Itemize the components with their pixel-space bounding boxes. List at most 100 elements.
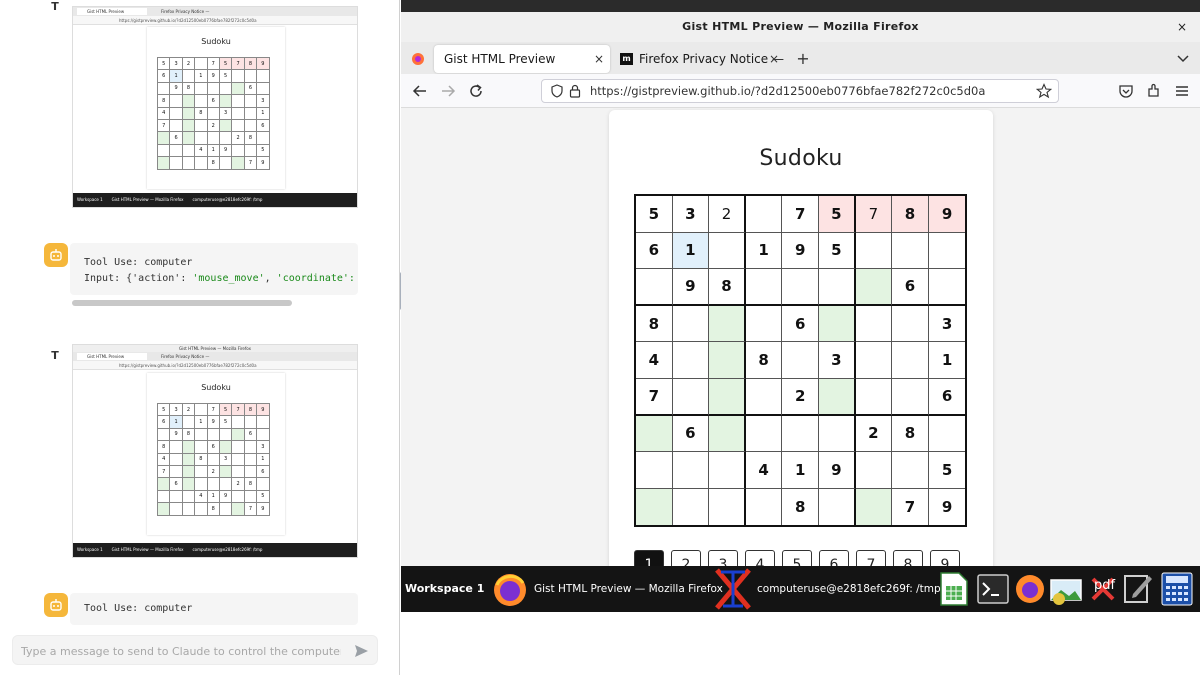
sudoku-cell[interactable] [782, 415, 819, 453]
sudoku-cell[interactable]: 7 [636, 379, 673, 416]
window-close-button[interactable]: × [1174, 19, 1190, 35]
sudoku-cell[interactable]: 7 [855, 196, 893, 233]
send-icon[interactable] [353, 643, 369, 659]
sudoku-cell[interactable]: 2 [782, 379, 819, 416]
sudoku-cell[interactable]: 6 [636, 232, 673, 270]
sudoku-cell[interactable] [636, 488, 673, 526]
sudoku-cell[interactable]: 6 [782, 305, 819, 343]
reload-icon[interactable] [467, 82, 485, 100]
sudoku-cell[interactable] [782, 342, 819, 379]
number-button-3[interactable]: 3 [708, 550, 738, 566]
extensions-icon[interactable] [1146, 83, 1162, 99]
sudoku-cell[interactable]: 9 [929, 489, 966, 526]
sudoku-cell[interactable] [709, 342, 746, 379]
url-bar[interactable]: https://gistpreview.github.io/?d2d12500e… [541, 79, 1059, 103]
number-button-9[interactable]: 9 [930, 550, 960, 566]
number-button-2[interactable]: 2 [671, 550, 701, 566]
taskbar-window-firefox[interactable]: Gist HTML Preview — Mozilla Firefox [534, 566, 723, 612]
taskbar-window-terminal[interactable]: computeruse@e2818efc269f: /tmp [757, 566, 941, 612]
sudoku-cell[interactable] [819, 488, 856, 526]
workspace-label[interactable]: Workspace 1 [405, 566, 484, 612]
sudoku-cell[interactable]: 9 [819, 452, 856, 489]
sudoku-cell[interactable] [928, 269, 966, 306]
lock-icon[interactable] [569, 84, 581, 98]
spreadsheet-icon[interactable] [939, 572, 969, 606]
number-button-8[interactable]: 8 [893, 550, 923, 566]
sudoku-cell[interactable] [709, 232, 746, 270]
sudoku-cell[interactable]: 8 [782, 488, 819, 526]
number-button-1[interactable]: 1 [634, 550, 664, 566]
forward-arrow-icon[interactable] [439, 82, 457, 100]
sudoku-cell[interactable] [745, 305, 783, 343]
chevron-down-icon[interactable] [1176, 51, 1190, 65]
screenshot-thumbnail[interactable]: Gist HTML Preview — Mozilla Firefox Gist… [72, 344, 358, 558]
firefox-icon[interactable] [491, 571, 529, 609]
sudoku-cell[interactable] [855, 342, 893, 379]
sudoku-cell[interactable] [855, 452, 893, 489]
sudoku-cell[interactable] [745, 415, 783, 453]
sudoku-cell[interactable] [855, 379, 893, 416]
sudoku-cell[interactable] [672, 452, 710, 489]
sudoku-cell[interactable]: 2 [855, 415, 893, 453]
sudoku-cell[interactable]: 5 [636, 196, 673, 233]
tab-close-button[interactable]: × [769, 45, 779, 73]
number-button-4[interactable]: 4 [745, 550, 775, 566]
sudoku-cell[interactable]: 1 [928, 342, 966, 379]
message-input[interactable] [21, 642, 341, 660]
sudoku-cell[interactable]: 5 [819, 196, 856, 233]
sudoku-cell[interactable] [709, 488, 746, 526]
sudoku-cell[interactable]: 3 [928, 306, 966, 343]
sudoku-cell[interactable] [709, 415, 746, 453]
text-editor-icon[interactable] [1123, 572, 1153, 606]
sudoku-cell[interactable]: 4 [745, 452, 783, 489]
sudoku-cell[interactable] [928, 416, 966, 453]
terminal-icon[interactable] [977, 574, 1009, 604]
sudoku-cell[interactable] [745, 196, 783, 233]
sudoku-cell[interactable]: 2 [709, 196, 746, 233]
number-button-7[interactable]: 7 [856, 550, 886, 566]
sudoku-cell[interactable]: 9 [928, 196, 966, 233]
sudoku-cell[interactable]: 7 [892, 488, 929, 526]
tracking-protection-shield-icon[interactable] [550, 84, 564, 98]
sudoku-cell[interactable] [782, 269, 819, 306]
sudoku-cell[interactable]: 3 [819, 342, 856, 379]
sudoku-cell[interactable] [745, 269, 783, 306]
sudoku-cell[interactable]: 6 [892, 269, 929, 306]
tab-close-button[interactable]: × [594, 45, 604, 73]
sudoku-cell[interactable]: 4 [636, 342, 673, 379]
sudoku-cell[interactable] [672, 342, 710, 379]
sudoku-cell[interactable] [855, 305, 893, 343]
sudoku-cell[interactable] [709, 379, 746, 416]
bookmark-star-icon[interactable] [1036, 83, 1052, 99]
sudoku-cell[interactable] [636, 269, 673, 306]
sudoku-cell[interactable] [892, 342, 929, 379]
sudoku-cell[interactable] [745, 379, 783, 416]
new-tab-button[interactable]: + [793, 45, 813, 73]
sudoku-cell[interactable]: 8 [745, 342, 783, 379]
sudoku-cell[interactable] [636, 452, 673, 489]
hamburger-menu-icon[interactable] [1174, 83, 1190, 99]
horizontal-scrollbar[interactable] [72, 300, 292, 306]
sudoku-cell[interactable] [892, 305, 929, 343]
sudoku-cell[interactable] [892, 379, 929, 416]
sudoku-cell[interactable] [709, 452, 746, 489]
firefox-view-icon[interactable] [411, 52, 425, 66]
sudoku-cell[interactable] [673, 488, 710, 526]
sudoku-cell[interactable] [819, 415, 856, 453]
sudoku-cell[interactable] [855, 488, 893, 526]
sudoku-cell[interactable] [672, 379, 710, 416]
number-button-6[interactable]: 6 [819, 550, 849, 566]
screenshot-thumbnail[interactable]: Gist HTML Preview Firefox Privacy Notice… [72, 6, 358, 208]
sudoku-cell[interactable]: 6 [928, 379, 966, 416]
sudoku-cell[interactable]: 5 [819, 232, 856, 270]
sudoku-cell[interactable]: 1 [782, 452, 819, 489]
sudoku-cell[interactable] [636, 415, 673, 453]
calculator-icon[interactable] [1161, 572, 1193, 606]
sudoku-cell[interactable]: 9 [782, 232, 819, 270]
pdf-label[interactable]: pdf [1094, 563, 1115, 609]
sudoku-cell[interactable] [892, 452, 929, 489]
firefox-icon[interactable] [1013, 572, 1047, 606]
sudoku-cell[interactable]: 9 [672, 269, 710, 306]
sudoku-cell[interactable]: 8 [636, 305, 673, 343]
sudoku-cell[interactable]: 3 [672, 196, 710, 233]
